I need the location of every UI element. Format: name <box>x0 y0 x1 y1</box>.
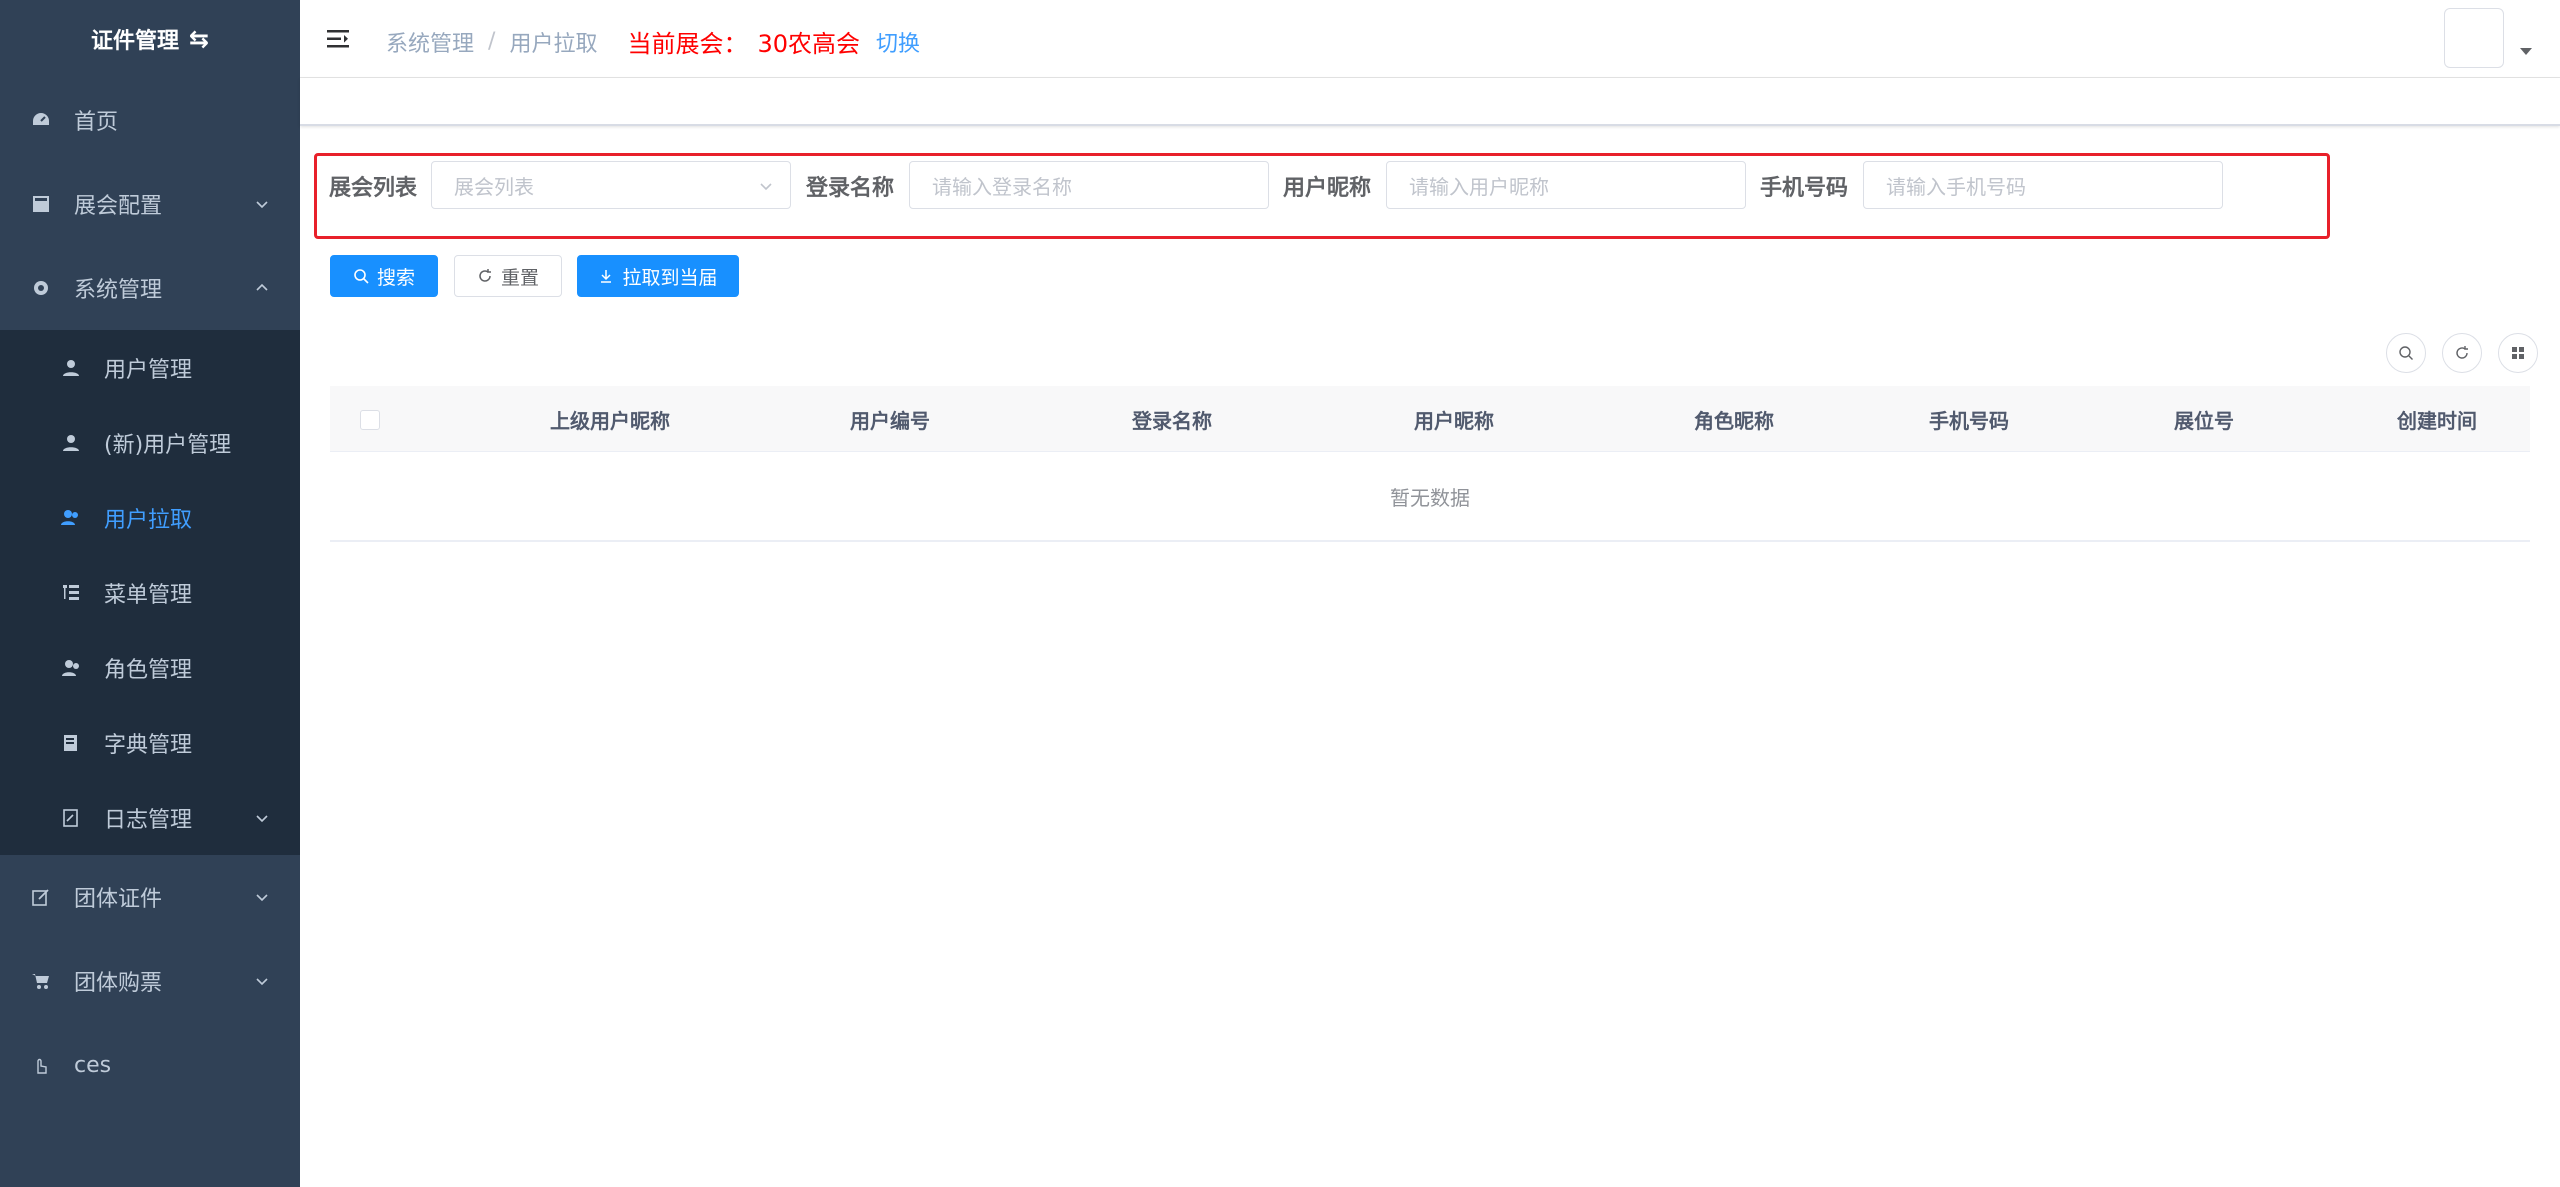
current-exhibition-label: 当前展会： <box>627 30 748 58</box>
grid-icon <box>2512 347 2524 359</box>
sidebar-item-label: 日志管理 <box>104 807 193 833</box>
user-icon <box>60 432 82 454</box>
app-title: 证件管理 <box>90 29 179 54</box>
login-name-placeholder: 请输入登录名称 <box>932 174 1072 199</box>
reset-button[interactable]: 重置 <box>454 255 562 297</box>
column-header[interactable]: 登录名称 <box>1030 386 1314 452</box>
chevron-up-icon <box>256 283 268 291</box>
sidebar-item-label: 用户管理 <box>104 357 193 383</box>
avatar[interactable] <box>2444 8 2504 68</box>
login-name-label: 登录名称 <box>806 176 895 201</box>
edit-icon <box>30 886 52 908</box>
sidebar-item-home[interactable]: 首页 <box>0 78 300 162</box>
dashboard-icon <box>30 109 52 131</box>
search-button[interactable]: 搜索 <box>330 255 438 297</box>
search-icon <box>2399 346 2413 360</box>
chevron-down-icon <box>256 894 268 902</box>
toggle-search-button[interactable] <box>2386 333 2426 373</box>
sidebar-item-label: 首页 <box>74 110 119 135</box>
refresh-icon <box>2456 346 2468 359</box>
breadcrumb: 系统管理 / 用户拉取 当前展会： 30农高会 切换 <box>386 24 920 59</box>
sidebar-item-ces[interactable]: ces <box>0 1023 300 1107</box>
sidebar-logo[interactable]: 证件管理 ⇆ <box>0 0 300 78</box>
chevron-down-icon <box>256 201 268 209</box>
column-header[interactable]: 用户编号 <box>750 386 1030 452</box>
breadcrumb-item[interactable]: 系统管理 <box>386 26 474 58</box>
table-empty-text: 暂无数据 <box>330 452 2530 542</box>
sidebar-item-exhibition[interactable]: 展会配置 <box>0 162 300 246</box>
users-icon <box>60 507 82 529</box>
table-header: 上级用户昵称 用户编号 登录名称 用户昵称 角色昵称 手机号码 展位号 创建时间 <box>330 386 2530 452</box>
peoples-icon <box>60 657 82 679</box>
column-header[interactable]: 创建时间 <box>2344 386 2530 452</box>
columns-button[interactable] <box>2498 333 2538 373</box>
sidebar-item-log-management[interactable]: 日志管理 <box>0 780 300 855</box>
sidebar-item-user-pull[interactable]: 用户拉取 <box>0 480 300 555</box>
nickname-placeholder: 请输入用户昵称 <box>1409 174 1549 199</box>
nickname-input[interactable]: 请输入用户昵称 <box>1386 161 1746 209</box>
caret-down-icon[interactable] <box>2520 48 2532 55</box>
sidebar-item-group-certificates[interactable]: 团体证件 <box>0 855 300 939</box>
refresh-icon <box>479 269 491 282</box>
swap-icon[interactable]: ⇆ <box>189 25 209 53</box>
sidebar-item-user-management[interactable]: 用户管理 <box>0 330 300 405</box>
refresh-button[interactable] <box>2442 333 2482 373</box>
tags-view-bar <box>300 78 2560 126</box>
user-icon <box>60 357 82 379</box>
breadcrumb-separator: / <box>488 29 496 54</box>
cart-icon <box>30 970 52 992</box>
login-name-input[interactable]: 请输入登录名称 <box>909 161 1269 209</box>
sidebar-item-label: 字典管理 <box>104 732 193 758</box>
column-header[interactable]: 角色昵称 <box>1594 386 1874 452</box>
phone-input[interactable]: 请输入手机号码 <box>1863 161 2223 209</box>
sidebar: 证件管理 ⇆ 首页 展会配置 系统管理 用户管理 (新)用户管理 用户拉取 菜单… <box>0 0 300 1187</box>
sidebar-item-label: (新)用户管理 <box>104 432 232 458</box>
column-header[interactable]: 上级用户昵称 <box>470 386 750 452</box>
sidebar-item-label: 菜单管理 <box>104 582 193 608</box>
current-exhibition-value: 30农高会 <box>757 30 860 58</box>
switch-exhibition-link[interactable]: 切换 <box>876 26 920 58</box>
sidebar-item-system[interactable]: 系统管理 <box>0 246 300 330</box>
exhibition-select-placeholder: 展会列表 <box>454 174 534 199</box>
exhibition-list-label: 展会列表 <box>329 176 418 201</box>
sidebar-item-dict-management[interactable]: 字典管理 <box>0 705 300 780</box>
nickname-label: 用户昵称 <box>1283 176 1372 201</box>
dict-icon <box>60 732 82 754</box>
sidebar-item-label: 展会配置 <box>74 194 163 219</box>
chevron-down-icon <box>256 814 268 822</box>
exhibition-select[interactable]: 展会列表 <box>431 161 791 209</box>
sidebar-item-group-tickets[interactable]: 团体购票 <box>0 939 300 1023</box>
sidebar-item-label: 团体购票 <box>74 971 163 996</box>
sidebar-item-label: 团体证件 <box>74 887 163 912</box>
sidebar-item-label: ces <box>74 1052 112 1078</box>
sidebar-item-label: 角色管理 <box>104 657 193 683</box>
log-icon <box>60 807 82 829</box>
phone-placeholder: 请输入手机号码 <box>1886 174 2026 199</box>
search-icon <box>354 269 369 284</box>
sidebar-item-label: 用户拉取 <box>104 507 193 533</box>
pull-to-current-button[interactable]: 拉取到当届 <box>577 255 739 297</box>
phone-label: 手机号码 <box>1760 176 1849 201</box>
hand-icon <box>30 1054 52 1076</box>
chevron-down-icon <box>256 978 268 986</box>
gear-icon <box>30 277 52 299</box>
sidebar-item-menu-management[interactable]: 菜单管理 <box>0 555 300 630</box>
column-header[interactable]: 手机号码 <box>1874 386 2064 452</box>
column-header[interactable]: 展位号 <box>2064 386 2344 452</box>
top-navbar: 系统管理 / 用户拉取 当前展会： 30农高会 切换 <box>300 0 2560 78</box>
exhibition-icon <box>30 193 52 215</box>
tree-table-icon <box>60 582 82 604</box>
sidebar-item-role-management[interactable]: 角色管理 <box>0 630 300 705</box>
breadcrumb-item: 用户拉取 <box>509 31 598 57</box>
sidebar-item-new-user-management[interactable]: (新)用户管理 <box>0 405 300 480</box>
chevron-down-icon <box>760 183 772 191</box>
download-icon <box>601 270 612 283</box>
column-header[interactable]: 用户昵称 <box>1314 386 1594 452</box>
select-all-checkbox[interactable] <box>360 410 380 430</box>
system-submenu: 用户管理 (新)用户管理 用户拉取 菜单管理 角色管理 字典管理 日志管理 <box>0 330 300 855</box>
sidebar-item-label: 系统管理 <box>74 278 163 303</box>
hamburger-icon[interactable] <box>326 26 352 52</box>
